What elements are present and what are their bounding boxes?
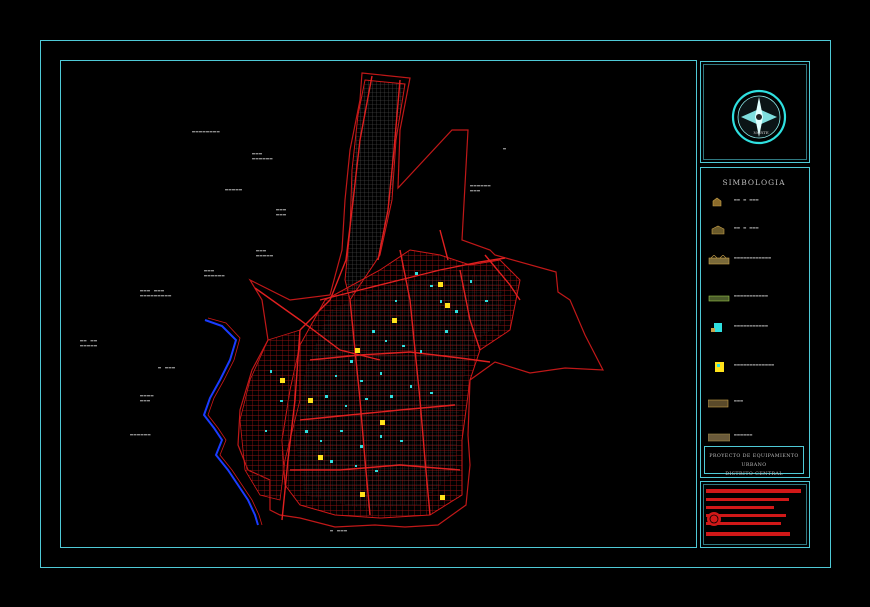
legend-text: ▬▬▬▬▬▬▬▬▬▬▬▬ [734,256,772,261]
map-label: ▬▬▬ [140,398,151,404]
map-label: ▬▬▬▬▬▬ [130,432,152,438]
legend-text: ▬▬▬▬▬▬▬▬▬▬▬ [734,294,769,299]
rail-icon [708,295,730,302]
map-label: ▬ ▬▬▬ [158,365,176,371]
building-row-icon [708,255,730,265]
map-label: ▬▬▬▬▬ [256,253,274,259]
building-cyan-icon [711,323,722,332]
map-label: ▬ [503,146,507,152]
map-label: ▬▬▬▬▬▬ [252,156,274,162]
legend-text: ▬▬▬ [734,399,744,404]
project-line-2: DISTRITO CENTRAL [725,472,783,477]
city-map [202,72,605,528]
legend-text: ▬▬▬▬▬▬▬▬▬▬▬ [734,324,769,329]
legend-text: ▬▬ ▬ ▬▬▬ [734,226,759,231]
project-info-box: PROYECTO DE EQUIPAMIENTO URBANO DISTRITO… [704,446,804,477]
map-label: ▬▬▬▬▬▬▬▬▬ [140,293,172,299]
zone-fill-icon [708,433,730,442]
zone-hatch-icon [708,399,729,408]
north-label: NORTE [753,130,769,135]
facility-yellow-icon [715,362,724,372]
map-label: ▬▬▬▬▬▬▬▬ [192,129,221,135]
north-arrow-icon [731,89,787,145]
legend-text: ▬▬ ▬ ▬▬▬ [734,198,759,203]
house-medium-icon [711,225,725,235]
title-block-bars [706,489,801,536]
legend-text: ▬▬▬▬▬▬ [734,433,753,438]
map-label: ▬▬▬ [276,212,287,218]
logo-seal-icon [707,512,721,526]
legend-title: SIMBOLOGIA [722,178,786,187]
map-label: ▬▬▬▬▬▬ [204,273,226,279]
house-small-icon [712,197,722,207]
legend-text: ▬▬▬▬▬▬▬▬▬▬▬▬▬ [734,363,775,368]
map-label: ▬ ▬▬▬ [330,528,348,534]
map-label: ▬▬▬▬▬ [225,187,243,193]
project-line-1: PROYECTO DE EQUIPAMIENTO URBANO [709,454,799,468]
map-label: ▬▬▬ [470,188,481,194]
map-label: ▬▬▬▬▬ [80,343,98,349]
